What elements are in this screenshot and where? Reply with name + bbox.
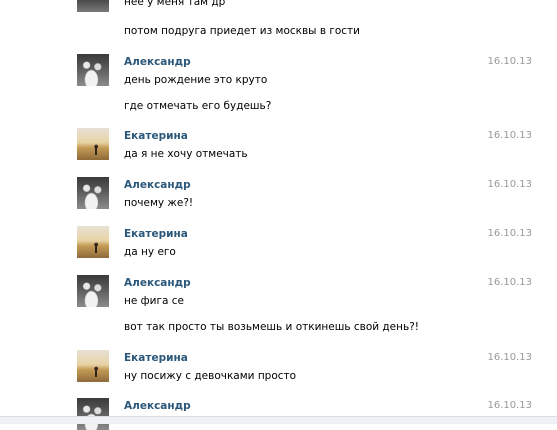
message-text: вот так просто ты возьмешь и откинешь св… — [124, 321, 419, 333]
author-name[interactable]: Александр — [124, 179, 191, 191]
author-name[interactable]: Екатерина — [124, 352, 188, 364]
message-item: Александр 16.10.13 почему же?! — [0, 177, 557, 209]
message-date[interactable]: 16.10.13 — [487, 179, 532, 190]
avatar[interactable] — [77, 177, 109, 209]
author-name[interactable]: Екатерина — [124, 130, 188, 142]
message-text: почему же?! — [124, 197, 194, 209]
author-name[interactable]: Александр — [124, 56, 191, 68]
message-text: да ну его — [124, 246, 176, 258]
message-text: не фига се — [124, 295, 184, 307]
message-item: Екатерина 16.10.13 да я не хочу отмечать — [0, 128, 557, 160]
message-text: да я не хочу отмечать — [124, 148, 248, 160]
message-date[interactable]: 16.10.13 — [487, 56, 532, 67]
horizontal-scrollbar[interactable] — [0, 416, 557, 424]
message-item: Екатерина 16.10.13 ну посижу с девочками… — [0, 350, 557, 382]
message-item: Александр 16.10.13 не фига се вот так пр… — [0, 275, 557, 333]
message-feed: нее у меня там др потом подруга приедет … — [0, 0, 557, 430]
avatar[interactable] — [77, 54, 109, 86]
message-date[interactable]: 16.10.13 — [487, 400, 532, 411]
message-text: нее у меня там др — [124, 0, 226, 8]
message-text: день рождение это круто — [124, 74, 268, 86]
avatar[interactable] — [77, 350, 109, 382]
avatar[interactable] — [77, 226, 109, 258]
message-text: потом подруга приедет из москвы в гости — [124, 25, 360, 37]
avatar[interactable] — [77, 128, 109, 160]
author-name[interactable]: Александр — [124, 277, 191, 289]
message-date[interactable]: 16.10.13 — [487, 228, 532, 239]
message-item: Екатерина 16.10.13 да ну его — [0, 226, 557, 258]
message-text: ну посижу с девочками просто — [124, 370, 297, 382]
author-name[interactable]: Екатерина — [124, 228, 188, 240]
message-date[interactable]: 16.10.13 — [487, 277, 532, 288]
message-date[interactable]: 16.10.13 — [487, 352, 532, 363]
avatar-partial[interactable] — [77, 0, 109, 12]
avatar[interactable] — [77, 275, 109, 307]
message-date[interactable]: 16.10.13 — [487, 130, 532, 141]
message-text: где отмечать его будешь? — [124, 100, 272, 112]
message-item: Александр 16.10.13 день рождение это кру… — [0, 54, 557, 112]
avatar[interactable] — [77, 398, 109, 430]
author-name[interactable]: Александр — [124, 400, 191, 412]
